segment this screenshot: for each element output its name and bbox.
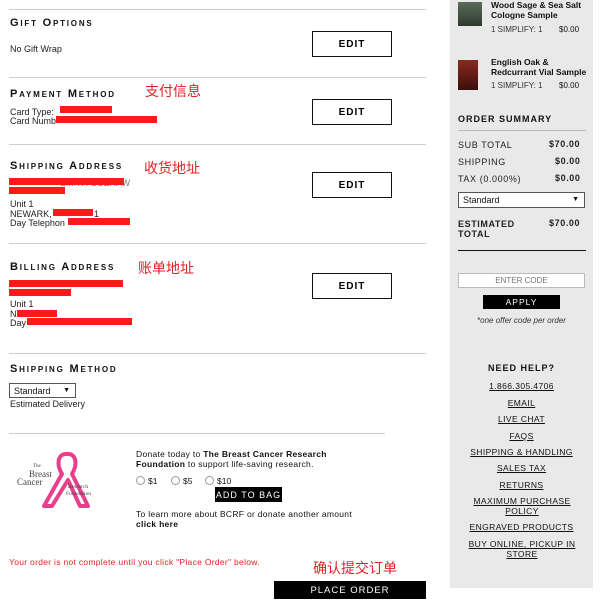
shipping-value: $0.00 xyxy=(555,156,581,166)
shipping-handling-link[interactable]: SHIPPING & HANDLING xyxy=(450,447,593,457)
checkout-review: Gift Options No Gift Wrap EDIT Payment M… xyxy=(0,0,440,600)
donation-option-label: $5 xyxy=(183,476,193,486)
donation-text-suffix: to support life-saving research. xyxy=(185,459,314,469)
order-sidebar: Wood Sage & Sea Salt Cologne Sample 1 SI… xyxy=(450,0,593,588)
engraved-products-link[interactable]: ENGRAVED PRODUCTS xyxy=(450,522,593,532)
redaction-mark xyxy=(68,218,130,225)
donation-text: Donate today to The Breast Cancer Resear… xyxy=(136,449,366,469)
radio-icon xyxy=(171,476,180,485)
divider xyxy=(458,250,586,251)
divider xyxy=(9,243,426,244)
redaction-mark xyxy=(9,187,65,194)
order-incomplete-warning: Your order is not complete until you cli… xyxy=(9,557,260,567)
shipping-method-selected: Standard xyxy=(14,386,51,396)
edit-payment-button[interactable]: EDIT xyxy=(312,99,392,125)
donation-text-prefix: Donate today to xyxy=(136,449,204,459)
billing-phone-label: Day xyxy=(10,318,27,328)
estimated-total-value: $70.00 xyxy=(549,218,581,228)
shipping-address-title: Shipping Address xyxy=(10,160,123,172)
redaction-mark xyxy=(53,209,93,216)
item-price: $0.00 xyxy=(559,81,580,90)
bcrf-logo: The Breast Cancer Research Foundation xyxy=(14,448,114,508)
apply-code-button[interactable]: APPLY xyxy=(483,295,560,309)
redaction-mark xyxy=(17,310,57,317)
offer-code-note: *one offer code per order xyxy=(477,316,566,325)
divider xyxy=(9,433,385,434)
radio-icon xyxy=(205,476,214,485)
divider xyxy=(9,353,426,354)
order-summary-title: ORDER SUMMARY xyxy=(458,114,553,124)
radio-icon xyxy=(136,476,145,485)
edit-gift-options-button[interactable]: EDIT xyxy=(312,31,392,57)
need-help-title: NEED HELP? xyxy=(487,363,555,373)
shipping-method-select[interactable]: Standard ▼ xyxy=(9,383,76,398)
place-order-annotation: 确认提交订单 xyxy=(313,561,397,577)
item-qty: 1 SIMPLIFY: 1 xyxy=(491,81,543,90)
sales-tax-link[interactable]: SALES TAX xyxy=(450,463,593,473)
buy-online-pickup-link[interactable]: BUY ONLINE, PICKUP IN STORE xyxy=(467,539,577,559)
shipping-phone-label: Day Telephon xyxy=(10,218,65,228)
donation-option-2[interactable]: $5 xyxy=(171,476,192,486)
logo-text-cancer: Cancer xyxy=(17,477,43,487)
edit-billing-address-button[interactable]: EDIT xyxy=(312,273,392,299)
tax-label: TAX (0.000%) xyxy=(458,174,522,184)
shipping-select-value: Standard xyxy=(463,195,500,205)
payment-annotation: 支付信息 xyxy=(145,84,201,100)
payment-method-title: Payment Method xyxy=(10,88,116,100)
product-thumbnail xyxy=(458,2,482,26)
shipping-label: SHIPPING xyxy=(458,157,506,167)
offer-code-input[interactable] xyxy=(458,273,585,288)
estimated-total-label: ESTIMATED TOTAL xyxy=(458,219,515,239)
donation-option-label: $10 xyxy=(217,476,232,486)
item-qty: 1 SIMPLIFY: 1 xyxy=(491,25,543,34)
donation-option-1[interactable]: $1 xyxy=(136,476,157,486)
phone-link[interactable]: 1.866.305.4706 xyxy=(450,381,593,391)
donation-option-label: $1 xyxy=(148,476,158,486)
learn-more-text: To learn more about BCRF or donate anoth… xyxy=(136,509,352,519)
logo-text-foundation: Foundation xyxy=(66,491,92,497)
chevron-down-icon: ▼ xyxy=(572,196,579,203)
redaction-mark xyxy=(27,318,132,325)
shipping-method-title: Shipping Method xyxy=(10,363,118,375)
divider xyxy=(9,77,426,78)
estimated-label-line2: TOTAL xyxy=(458,229,491,239)
email-link[interactable]: EMAIL xyxy=(450,398,593,408)
redaction-mark xyxy=(56,116,157,123)
redaction-mark xyxy=(9,280,123,287)
redaction-mark xyxy=(9,178,124,185)
max-purchase-policy-link[interactable]: MAXIMUM PURCHASE POLICY xyxy=(472,496,572,516)
card-number-label: Card Numb xyxy=(10,116,57,126)
gift-options-value: No Gift Wrap xyxy=(10,44,62,54)
divider xyxy=(9,144,426,145)
edit-shipping-address-button[interactable]: EDIT xyxy=(312,172,392,198)
add-to-bag-button[interactable]: ADD TO BAG xyxy=(215,487,282,502)
subtotal-value: $70.00 xyxy=(549,139,581,149)
gift-options-title: Gift Options xyxy=(10,17,94,29)
estimated-label-line1: ESTIMATED xyxy=(458,219,515,229)
tax-value: $0.00 xyxy=(555,173,581,183)
item-price: $0.00 xyxy=(559,25,580,34)
shipping-select[interactable]: Standard ▼ xyxy=(458,192,585,208)
shipping-annotation: 收货地址 xyxy=(144,161,200,177)
divider xyxy=(9,9,426,10)
live-chat-link[interactable]: LIVE CHAT xyxy=(450,414,593,424)
shipping-unit: Unit 1 xyxy=(10,199,34,209)
divider xyxy=(458,130,586,131)
billing-address-title: Billing Address xyxy=(10,261,116,273)
click-here-link[interactable]: click here xyxy=(136,519,178,529)
donation-option-3[interactable]: $10 xyxy=(205,476,231,486)
redaction-mark xyxy=(60,106,112,113)
redaction-mark xyxy=(9,289,71,296)
chevron-down-icon: ▼ xyxy=(63,387,70,394)
subtotal-label: SUB TOTAL xyxy=(458,140,513,150)
place-order-button[interactable]: PLACE ORDER xyxy=(274,581,426,599)
billing-unit: Unit 1 xyxy=(10,299,34,309)
product-thumbnail xyxy=(458,60,478,90)
returns-link[interactable]: RETURNS xyxy=(450,480,593,490)
faqs-link[interactable]: FAQS xyxy=(450,431,593,441)
logo-text-research: Research xyxy=(68,484,89,490)
billing-annotation: 账单地址 xyxy=(138,261,194,277)
estimated-delivery-label: Estimated Delivery xyxy=(10,399,86,409)
